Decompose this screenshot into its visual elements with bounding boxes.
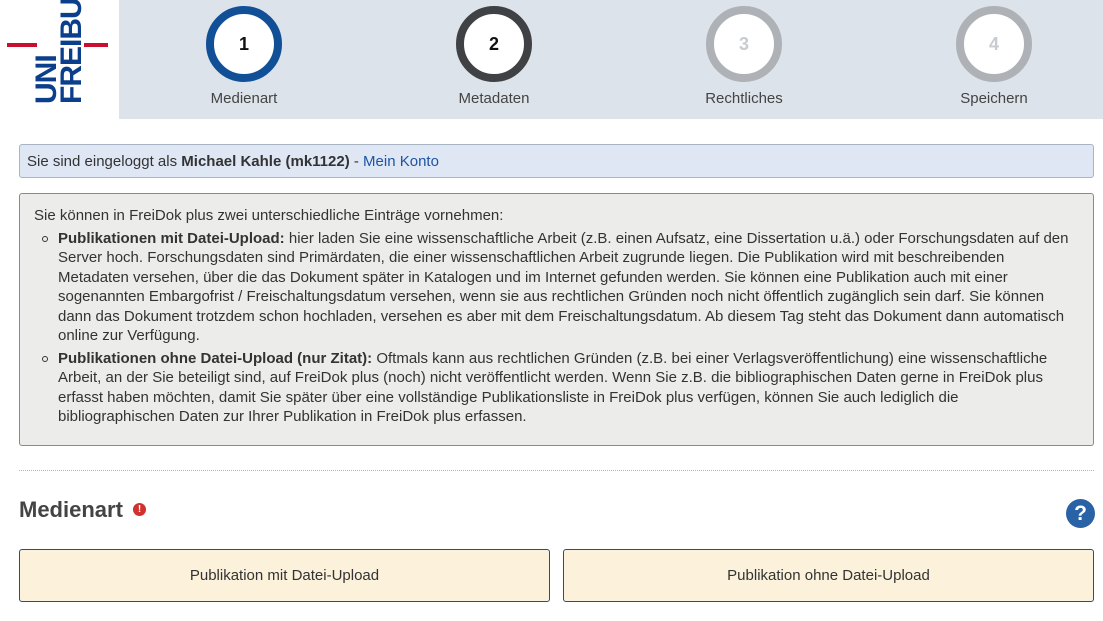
step-medienart[interactable]: 1 Medienart [164, 6, 324, 107]
logo-text-freibu: FREIBU [55, 0, 88, 104]
info-box: Sie können in FreiDok plus zwei untersch… [19, 193, 1094, 446]
step-metadaten[interactable]: 2 Metadaten [414, 6, 574, 107]
info-item-title: Publikationen mit Datei-Upload: [58, 229, 285, 247]
choice-label: Publikation mit Datei-Upload [189, 567, 380, 584]
step-label: Rechtliches [705, 90, 783, 107]
step-number-circle: 3 [706, 6, 782, 82]
info-intro: Sie können in FreiDok plus zwei untersch… [34, 207, 504, 224]
logo-bar-left [7, 43, 37, 47]
circle-bullet-icon [42, 235, 48, 242]
step-number-circle: 1 [206, 6, 282, 82]
university-logo[interactable]: UNI FREIBU [0, 0, 119, 119]
info-item-with-upload: Publikationen mit Datei-Upload: hier lad… [34, 229, 1079, 346]
login-status-bar: Sie sind eingeloggt als Michael Kahle (m… [19, 144, 1094, 178]
publication-without-upload-button[interactable]: Publikation ohne Datei-Upload [563, 549, 1094, 602]
section-divider [19, 470, 1094, 471]
choice-label: Publikation ohne Datei-Upload [727, 567, 930, 584]
circle-bullet-icon [42, 355, 48, 362]
step-speichern: 4 Speichern [914, 6, 1074, 107]
login-separator: - [353, 153, 359, 170]
step-label: Medienart [210, 90, 278, 107]
my-account-link[interactable]: Mein Konto [363, 153, 439, 170]
step-number-circle: 4 [956, 6, 1032, 82]
step-label: Speichern [960, 90, 1028, 107]
login-prefix: Sie sind eingeloggt als [27, 153, 178, 170]
help-question-icon[interactable]: ? [1066, 499, 1095, 528]
logged-in-user: Michael Kahle (mk1122) [181, 153, 350, 170]
info-item-without-upload: Publikationen ohne Datei-Upload (nur Zit… [34, 349, 1079, 427]
section-title-medienart: Medienart ! [19, 497, 147, 523]
step-label: Metadaten [458, 90, 530, 107]
info-list: Publikationen mit Datei-Upload: hier lad… [34, 229, 1079, 427]
publication-with-upload-button[interactable]: Publikation mit Datei-Upload [19, 549, 550, 602]
progress-steps: 1 Medienart 2 Metadaten 3 Rechtliches 4 … [119, 0, 1103, 119]
info-item-title: Publikationen ohne Datei-Upload (nur Zit… [58, 349, 373, 367]
step-number-circle: 2 [456, 6, 532, 82]
header: UNI FREIBU 1 Medienart 2 Metadaten 3 Rec… [0, 0, 1103, 119]
step-rechtliches: 3 Rechtliches [664, 6, 824, 107]
required-exclamation-icon: ! [133, 502, 147, 516]
section-title-text: Medienart [19, 497, 123, 522]
